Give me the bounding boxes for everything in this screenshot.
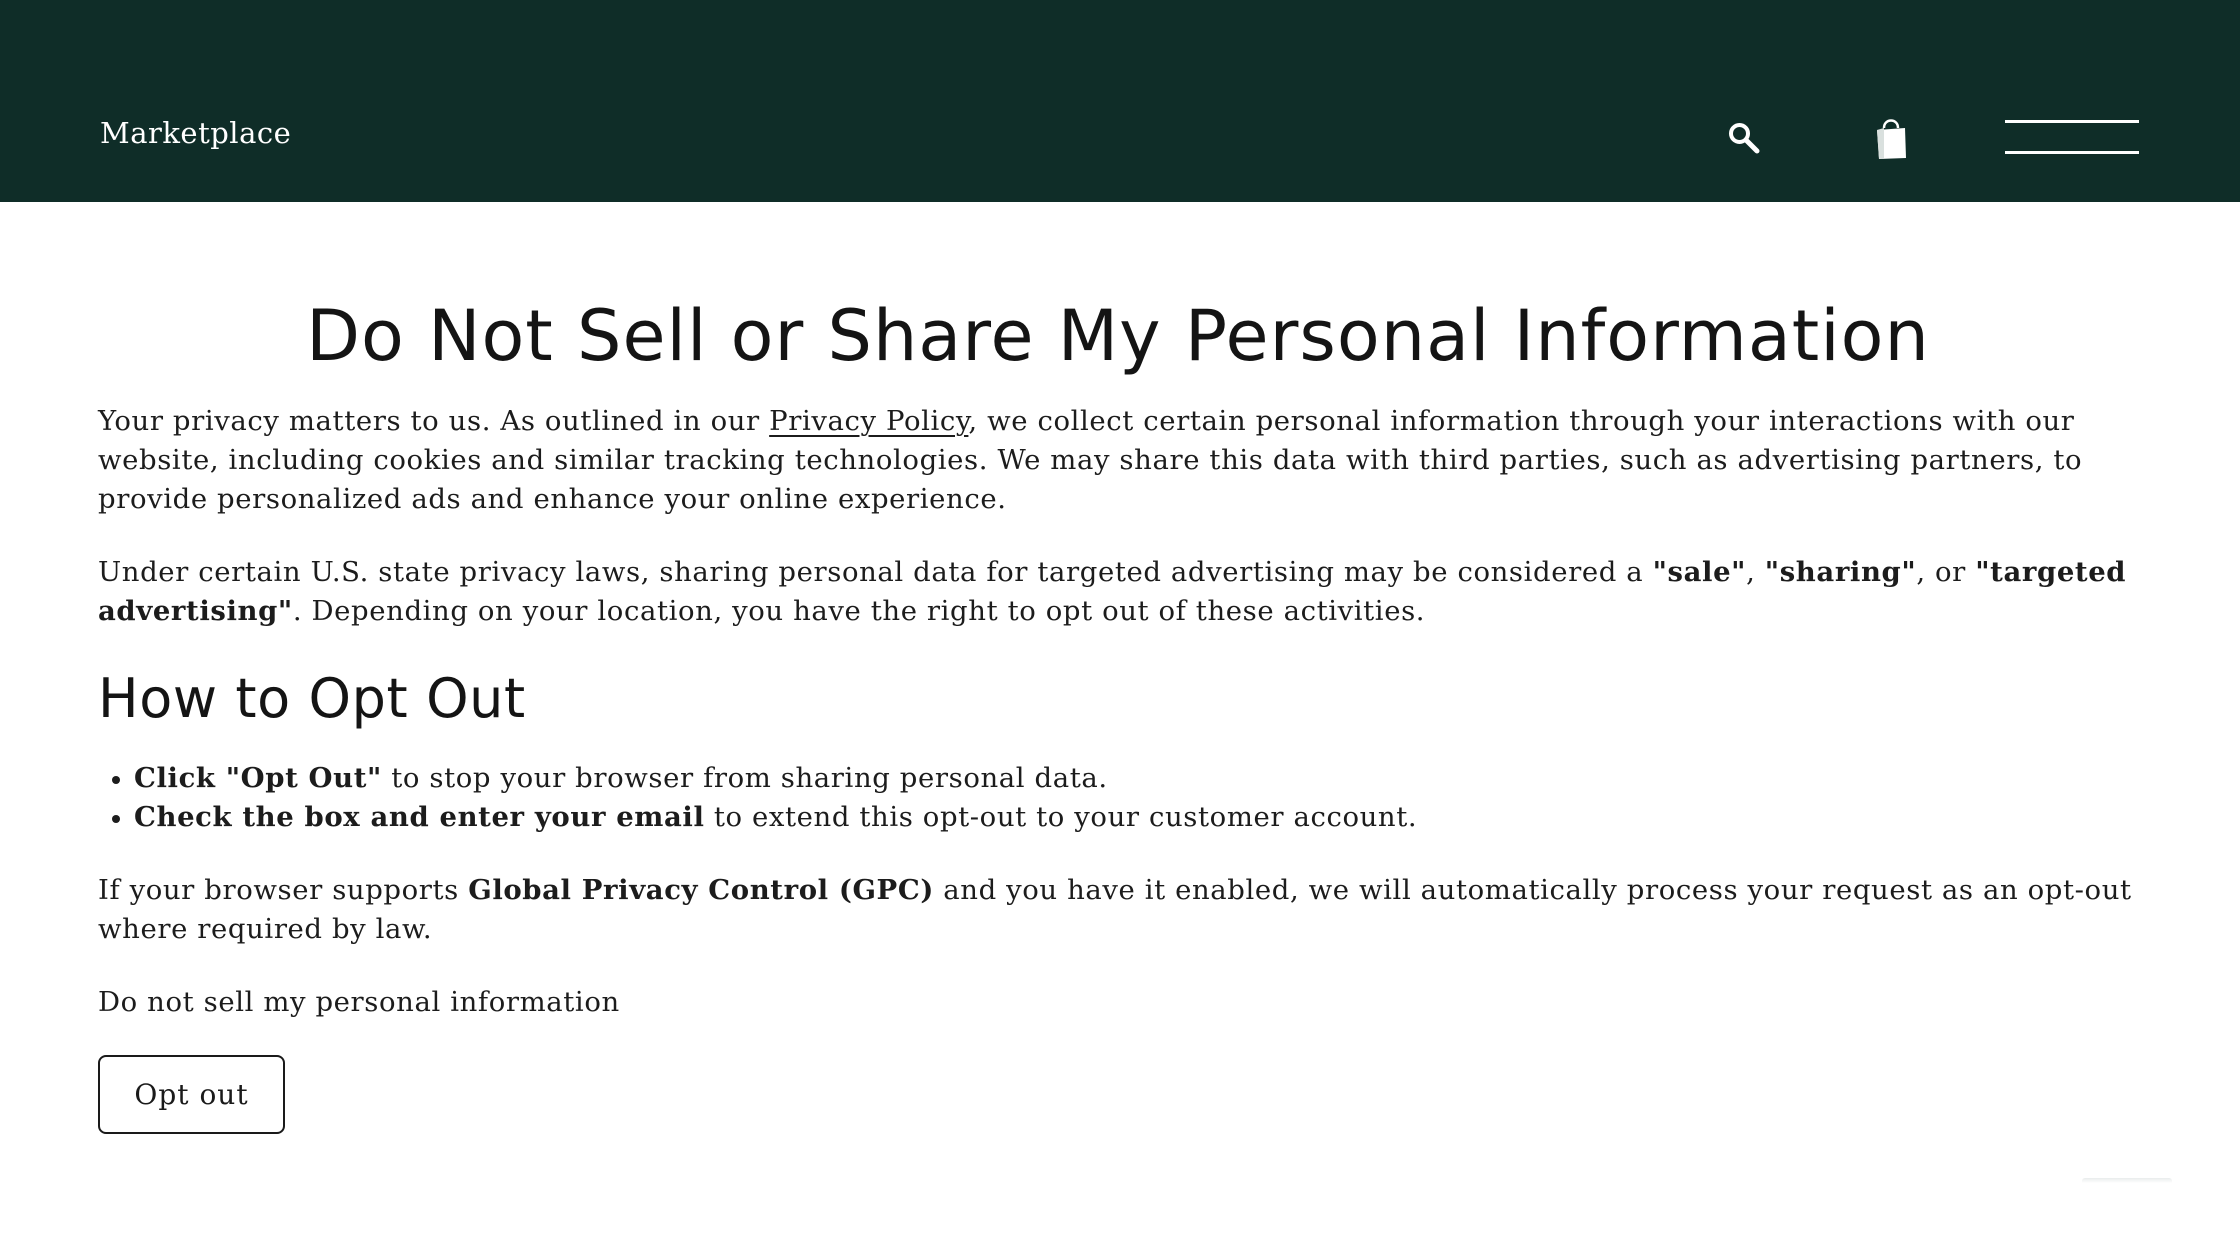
- opt-out-status-text: Do not sell my personal information: [98, 986, 620, 1018]
- step-text: to stop your browser from sharing person…: [381, 762, 1108, 794]
- cart-button[interactable]: [1873, 114, 1909, 162]
- page-title: Do Not Sell or Share My Personal Informa…: [306, 295, 1930, 377]
- menu-line-bottom: [2005, 151, 2139, 154]
- site-header: Marketplace: [0, 0, 2240, 202]
- step-bold-text: Click "Opt Out": [134, 762, 382, 794]
- privacy-policy-link[interactable]: Privacy Policy: [769, 405, 968, 437]
- intro-text-start: Your privacy matters to us. As outlined …: [98, 405, 770, 437]
- laws-text-1: Under certain U.S. state privacy laws, s…: [98, 556, 1653, 588]
- chat-widget-edge: [2082, 1178, 2172, 1183]
- laws-text-3: , or: [1916, 556, 1976, 588]
- gpc-text-1: If your browser supports: [98, 874, 469, 906]
- opt-out-steps-list: Click "Opt Out" to stop your browser fro…: [98, 759, 2138, 837]
- list-item: Click "Opt Out" to stop your browser fro…: [134, 759, 2138, 798]
- menu-line-top: [2005, 120, 2139, 123]
- search-icon: [1729, 123, 1760, 154]
- laws-paragraph: Under certain U.S. state privacy laws, s…: [98, 553, 2138, 631]
- gpc-paragraph: If your browser supports Global Privacy …: [98, 871, 2138, 949]
- shopping-bag-icon: [1877, 119, 1906, 159]
- how-to-opt-out-heading: How to Opt Out: [98, 667, 526, 730]
- step-text: to extend this opt-out to your customer …: [704, 801, 1418, 833]
- search-button[interactable]: [1727, 121, 1761, 155]
- step-bold-text: Check the box and enter your email: [134, 801, 705, 833]
- gpc-term: Global Privacy Control (GPC): [468, 874, 934, 906]
- menu-button[interactable]: [2005, 118, 2139, 158]
- laws-text-4: . Depending on your location, you have t…: [292, 595, 1426, 627]
- main-content: Do Not Sell or Share My Personal Informa…: [98, 202, 2138, 1134]
- term-sharing: "sharing": [1764, 556, 1917, 588]
- term-sale: "sale": [1652, 556, 1747, 588]
- laws-text-2: ,: [1746, 556, 1765, 588]
- intro-paragraph: Your privacy matters to us. As outlined …: [98, 402, 2138, 519]
- list-item: Check the box and enter your email to ex…: [134, 798, 2138, 837]
- opt-out-button[interactable]: Opt out: [98, 1055, 285, 1134]
- brand-logo-link[interactable]: Marketplace: [100, 116, 291, 150]
